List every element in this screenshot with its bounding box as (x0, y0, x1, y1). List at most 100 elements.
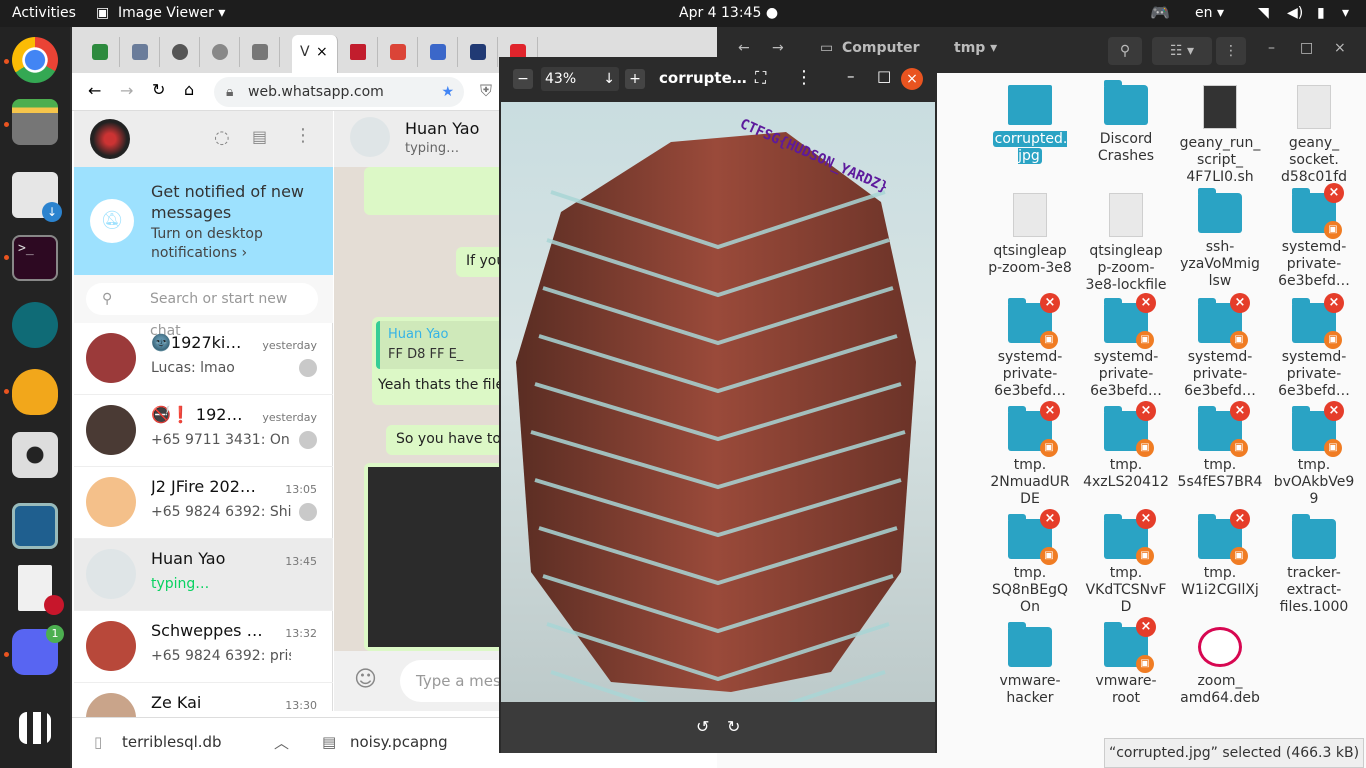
file-item[interactable]: × ▣ systemd- private- 6e3befd… (1266, 293, 1362, 400)
path-tmp[interactable]: tmp ▾ (954, 40, 997, 56)
file-item[interactable]: × ▣ systemd- private- 6e3befd… (982, 293, 1078, 400)
discord-tray-icon[interactable]: 🎮 (1150, 3, 1170, 22)
gitkraken-icon[interactable] (12, 302, 58, 348)
file-item[interactable]: × ▣ systemd- private- 6e3befd… (1078, 293, 1174, 400)
tab[interactable] (338, 37, 378, 67)
tab-whatsapp[interactable]: V × (292, 35, 338, 73)
usb-drive-icon[interactable]: ↓ (12, 172, 62, 222)
fullscreen-button[interactable]: ⛶ (755, 68, 766, 88)
file-item[interactable]: ssh- yzaVoMmig lsw (1172, 188, 1268, 290)
minimize-button[interactable]: – (1268, 40, 1275, 56)
chevron-up-icon[interactable]: ︿ (274, 732, 289, 753)
volume-icon[interactable]: ◀) (1287, 5, 1303, 21)
files-icon[interactable] (12, 99, 58, 145)
chat-list-item[interactable]: J2 JFire 202… 13:05 +65 9824 6392: Shi… (74, 467, 333, 539)
teapot-icon[interactable] (12, 369, 58, 415)
bookmark-star-icon[interactable]: ★ (441, 77, 454, 107)
tab[interactable] (418, 37, 458, 67)
system-menu-icon[interactable]: ▾ (1342, 5, 1349, 21)
tab[interactable] (200, 37, 240, 67)
app-menu-icon[interactable]: ▣ (96, 5, 109, 21)
file-item[interactable]: tracker- extract- files.1000 (1266, 514, 1362, 616)
extension-icon[interactable]: ⛨ (480, 81, 492, 101)
file-item[interactable]: × ▣ systemd- private- 6e3befd… (1172, 293, 1268, 400)
file-item[interactable]: × ▣ tmp. 5s4fES7BR4 (1172, 401, 1268, 491)
rotate-right-button[interactable]: ↻ (727, 717, 740, 736)
status-icon[interactable]: ◌ (214, 127, 230, 148)
menu-button[interactable]: ⋮ (1216, 37, 1246, 65)
app-menu[interactable]: Image Viewer ▾ (118, 5, 225, 21)
file-item[interactable]: × ▣ tmp. SQ8nBEgQ On (982, 509, 1078, 616)
tab-close-icon[interactable]: × (316, 44, 328, 60)
zoom-out-button[interactable]: − (513, 69, 533, 89)
zoom-in-button[interactable]: + (625, 69, 645, 89)
arrow-down-icon[interactable]: ↓ (603, 67, 615, 91)
activities-button[interactable]: Activities (12, 5, 76, 21)
clock[interactable]: Apr 4 13:45 ● (679, 5, 778, 21)
file-item[interactable]: geany_run_ script_ 4F7LI0.sh (1172, 85, 1268, 186)
tab[interactable] (240, 37, 280, 67)
language-selector[interactable]: en ▾ (1195, 5, 1224, 21)
file-item[interactable]: vmware- hacker (982, 622, 1078, 707)
file-item[interactable]: zoom_ amd64.deb (1172, 627, 1268, 707)
image-message[interactable] (364, 167, 504, 215)
file-item[interactable]: × ▣ tmp. VKdTCSNvF D (1078, 509, 1174, 616)
displayed-image[interactable]: CTFSG{HUDSON_YARDZ} ↺ ↻ (501, 102, 935, 753)
notify-link[interactable]: Turn on desktop notifications › (151, 225, 311, 263)
search-button[interactable]: ⚲ (1108, 37, 1142, 65)
chat-list-item[interactable]: 🌚1927ki… yesterday Lucas: lmao (74, 323, 333, 395)
download-item-pcapng[interactable]: noisy.pcapng (350, 733, 448, 751)
file-item[interactable]: qtsingleap p-zoom-3e8 (982, 193, 1078, 277)
chat-list-item[interactable]: Huan Yao 13:45 typing… (74, 539, 333, 611)
close-button[interactable]: × (901, 68, 923, 90)
new-chat-icon[interactable]: ▤ (252, 127, 267, 146)
document-viewer-icon[interactable] (18, 565, 64, 615)
view-options-button[interactable]: ☷ ▾ (1152, 37, 1212, 65)
screenshot-icon[interactable] (12, 503, 58, 549)
terminal-icon[interactable]: >_ (12, 235, 58, 281)
maximize-button[interactable]: □ (1300, 40, 1313, 56)
discord-icon[interactable]: 1 (12, 625, 64, 675)
settings-icon[interactable] (12, 432, 58, 478)
home-button[interactable]: ⌂ (184, 80, 194, 99)
forward-button[interactable]: → (120, 81, 133, 100)
tab[interactable] (160, 37, 200, 67)
url-field[interactable]: 🔒︎ web.whatsapp.com ★ (214, 77, 464, 107)
file-item[interactable]: × ▣ tmp. 4xzLS20412 (1078, 401, 1174, 491)
file-item[interactable]: × ▣ vmware- root (1078, 617, 1174, 707)
file-item[interactable]: × ▣ tmp. bvOAkbVe9 9 (1266, 401, 1362, 508)
file-item[interactable]: geany_ socket. d58c01fd (1266, 85, 1362, 186)
tab[interactable] (120, 37, 160, 67)
file-item[interactable]: corrupted. jpg (982, 85, 1078, 165)
rotate-left-button[interactable]: ↺ (696, 717, 709, 736)
tab[interactable] (378, 37, 418, 67)
maximize-button[interactable]: □ (877, 67, 891, 85)
file-item[interactable]: Discord Crashes (1078, 80, 1174, 165)
app-grid-icon[interactable] (19, 712, 51, 744)
file-item[interactable]: qtsingleap p-zoom- 3e8-lockfile (1078, 193, 1174, 294)
chat-list-item[interactable]: 🚭❗ 192… yesterday +65 9711 3431: On… (74, 395, 333, 467)
menu-button[interactable]: ⋮ (795, 67, 813, 88)
download-item-terriblesql[interactable]: terriblesql.db (122, 733, 222, 751)
menu-icon[interactable]: ⋮ (294, 125, 312, 146)
notification-banner[interactable]: 🔕︎ Get notified of new messages Turn on … (74, 167, 333, 275)
chat-list-item[interactable]: Schweppes … 13:32 +65 9824 6392: prison… (74, 611, 333, 683)
reload-button[interactable]: ↻ (152, 80, 165, 99)
file-item[interactable]: × ▣ systemd- private- 6e3befd… (1266, 183, 1362, 290)
chrome-icon[interactable] (12, 37, 58, 83)
back-button[interactable]: ← (738, 40, 750, 56)
close-button[interactable]: × (1334, 40, 1346, 56)
zoom-field[interactable]: 43% ↓ (541, 67, 619, 91)
wifi-icon[interactable]: ◥ (1258, 5, 1269, 21)
back-button[interactable]: ← (88, 81, 101, 100)
file-item[interactable]: × ▣ tmp. 2NmuadUR DE (982, 401, 1078, 508)
file-item[interactable]: × ▣ tmp. W1i2CGIlXj (1172, 509, 1268, 599)
avatar[interactable] (90, 119, 130, 159)
minimize-button[interactable]: – (847, 67, 855, 85)
emoji-icon[interactable]: ☺ (354, 667, 377, 692)
search-input[interactable]: ⚲ Search or start new chat (86, 283, 318, 339)
path-computer[interactable]: Computer (842, 40, 920, 56)
forward-button[interactable]: → (772, 40, 784, 56)
battery-icon[interactable]: ▮ (1317, 5, 1325, 21)
tab[interactable] (80, 37, 120, 67)
